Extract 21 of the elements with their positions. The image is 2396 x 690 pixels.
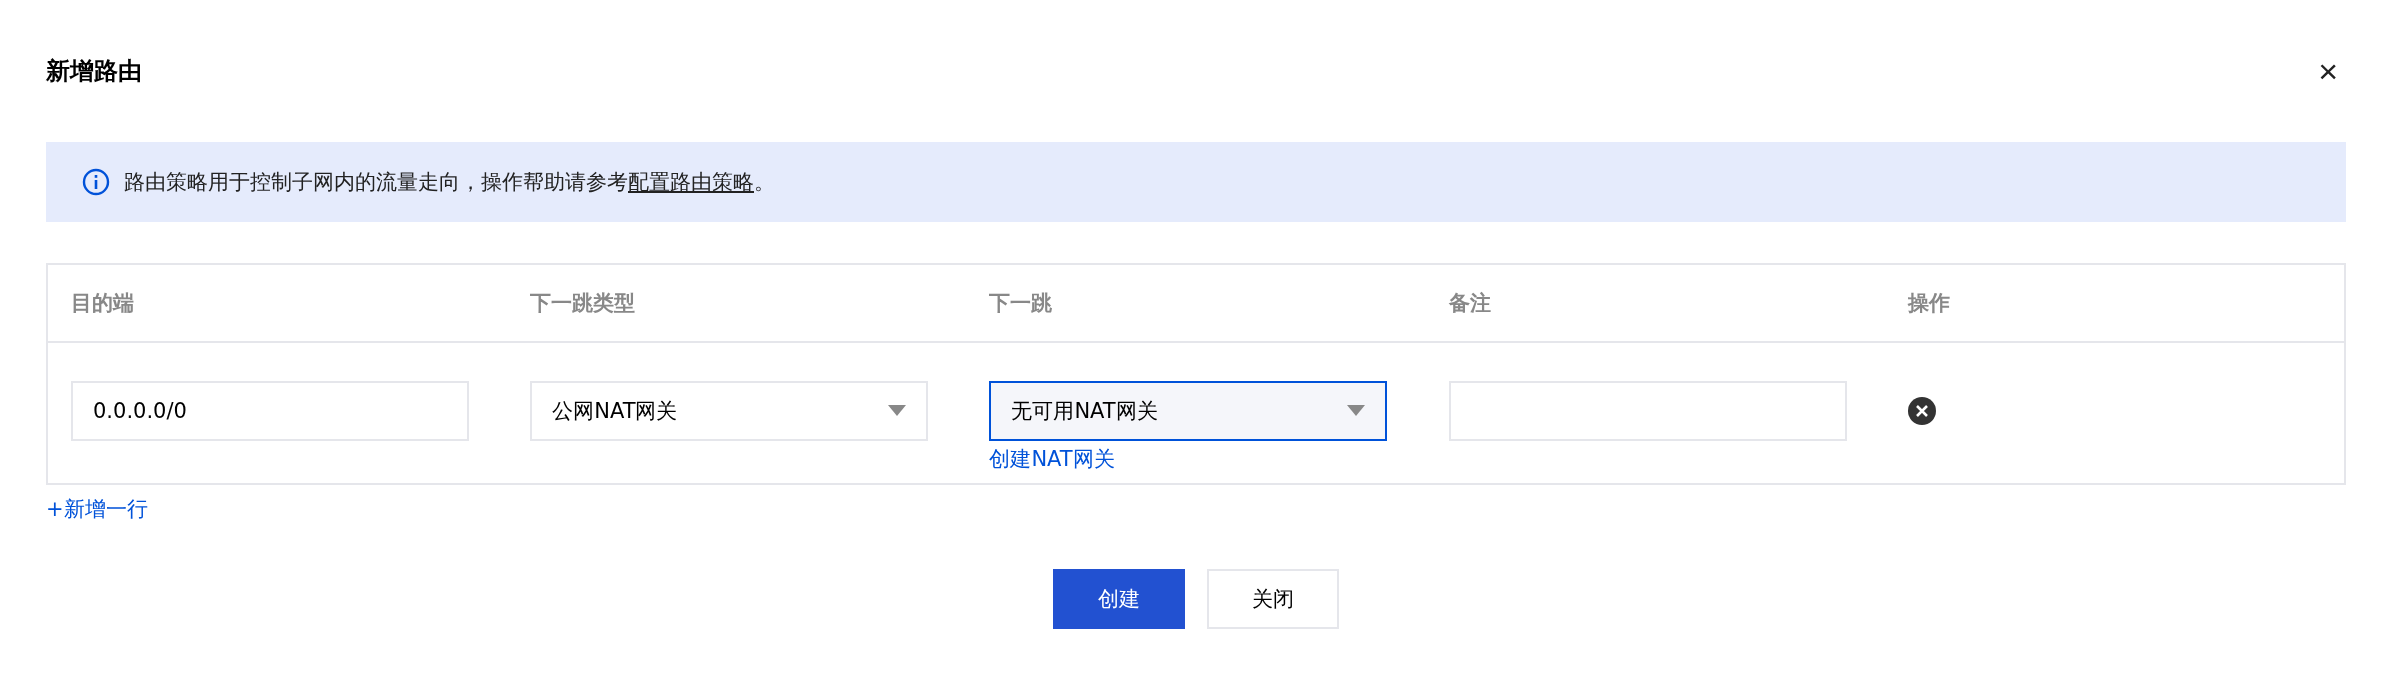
info-icon <box>82 168 110 196</box>
column-header: 下一跳类型 <box>529 290 637 317</box>
caret-icon <box>1347 405 1366 417</box>
column-header: 目的端 <box>70 290 135 317</box>
select-field[interactable]: 公网NAT网关 <box>530 381 929 441</box>
select-field[interactable]: 无可用NAT网关 <box>989 381 1388 441</box>
info-text: 路由策略用于控制子网内的流量走向，操作帮助请参考配置路由策略。 <box>124 169 775 196</box>
create-link[interactable]: 创建NAT网关 <box>989 445 1426 473</box>
create-button[interactable]: 创建 <box>1053 569 1185 629</box>
caret-icon <box>888 405 907 417</box>
column-header: 操作 <box>1906 290 1951 317</box>
dialog-title: 新增路由 <box>46 56 142 87</box>
add-row-link[interactable]: +新增一行 <box>46 495 148 523</box>
close-button[interactable]: × <box>2310 54 2346 88</box>
help-link[interactable]: 配置路由策略 <box>628 170 754 194</box>
column-header: 备注 <box>1447 290 1492 317</box>
column-header: 下一跳 <box>988 290 1054 317</box>
text-input[interactable] <box>1448 381 1847 441</box>
text-input[interactable]: 0.0.0.0/0 <box>71 381 469 441</box>
delete-icon[interactable] <box>1907 397 1936 425</box>
close-dialog-button[interactable]: 关闭 <box>1207 569 1339 629</box>
